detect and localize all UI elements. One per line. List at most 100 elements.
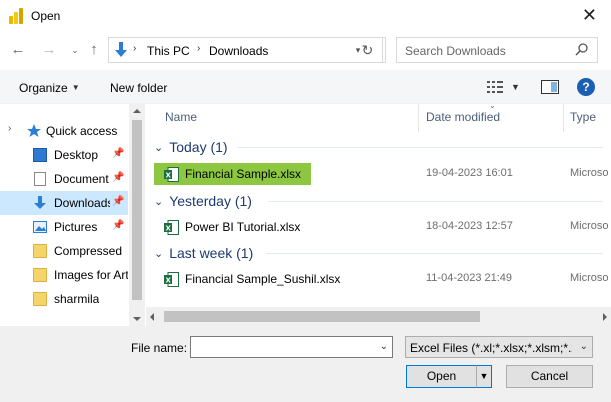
scroll-left-arrow-icon[interactable] <box>150 313 154 321</box>
chevron-down-icon: ▼ <box>71 83 80 92</box>
nav-item-label: Quick access <box>46 124 118 138</box>
file-type: Microso <box>570 272 609 284</box>
nav-item-quick-access[interactable]: › Quick access <box>0 119 128 143</box>
address-bar[interactable]: › This PC › Downloads ▾ <box>108 37 386 63</box>
group-header-today[interactable]: ⌄ Today (1) <box>154 136 228 158</box>
download-icon <box>34 196 46 209</box>
breadcrumb-separator-icon[interactable]: › <box>197 43 200 54</box>
power-bi-icon <box>9 8 23 24</box>
file-type-value: Excel Files (*.xl;*.xlsx;*.xlsm;*.xl <box>410 341 572 355</box>
navigation-pane: › Quick access Desktop 📌 Document 📌 Down… <box>0 104 145 326</box>
preview-pane-icon[interactable] <box>541 80 559 94</box>
close-icon[interactable]: ✕ <box>582 5 597 25</box>
group-header-last-week[interactable]: ⌄ Last week (1) <box>154 242 253 264</box>
nav-item-desktop[interactable]: Desktop 📌 <box>0 143 128 167</box>
chevron-down-icon[interactable]: ⌄ <box>580 341 588 352</box>
pin-icon[interactable]: 📌 <box>112 172 124 183</box>
file-name-input[interactable]: ⌄ <box>190 336 393 358</box>
svg-text:X: X <box>166 277 172 285</box>
search-input[interactable]: Search Downloads <box>405 44 506 58</box>
file-name-cell[interactable]: X Financial Sample.xlsx <box>154 163 311 185</box>
search-icon[interactable] <box>575 42 589 56</box>
expand-chevron-icon[interactable]: › <box>8 123 11 134</box>
folder-icon <box>33 292 47 306</box>
column-header-date-modified[interactable]: Date modified <box>419 104 563 132</box>
nav-item-label: Images for Art <box>54 268 128 282</box>
view-options-chevron-icon[interactable]: ▼ <box>511 82 520 92</box>
collapse-chevron-icon[interactable]: ⌄ <box>154 247 163 260</box>
breadcrumb-separator-icon[interactable]: › <box>133 43 136 54</box>
open-button[interactable]: Open <box>406 365 477 388</box>
column-header-type[interactable]: Type <box>564 104 611 132</box>
excel-file-icon: X <box>164 167 179 182</box>
file-date: 19-04-2023 16:01 <box>426 167 513 179</box>
open-options-dropdown-icon[interactable]: ▼ <box>476 365 492 388</box>
column-header-label: Date modified <box>426 110 501 124</box>
change-view-icon[interactable] <box>486 80 504 94</box>
file-name: Financial Sample_Sushil.xlsx <box>185 272 341 286</box>
star-icon <box>27 124 41 137</box>
forward-arrow-icon[interactable]: → <box>40 40 58 60</box>
download-folder-icon <box>115 42 127 57</box>
file-name: Financial Sample.xlsx <box>185 167 302 181</box>
file-name: Power BI Tutorial.xlsx <box>185 220 301 234</box>
help-icon[interactable]: ? <box>577 78 595 96</box>
folder-icon <box>33 268 47 282</box>
file-date: 11-04-2023 21:49 <box>426 272 513 284</box>
group-divider <box>238 147 603 148</box>
column-header-name[interactable]: Name <box>146 104 418 132</box>
collapse-chevron-icon[interactable]: ⌄ <box>154 141 163 154</box>
group-divider <box>266 253 603 254</box>
excel-file-icon: X <box>164 220 179 235</box>
nav-item-label: Document <box>54 172 109 186</box>
chevron-down-icon[interactable]: ⌄ <box>380 341 388 352</box>
file-name-label: File name: <box>131 341 188 355</box>
scroll-down-arrow-icon[interactable] <box>133 317 141 321</box>
file-row[interactable]: X Financial Sample_Sushil.xlsx 11-04-202… <box>154 268 611 290</box>
group-label: Today (1) <box>169 139 228 155</box>
title-bar: Open ✕ <box>0 0 611 32</box>
file-type-select[interactable]: Excel Files (*.xl;*.xlsx;*.xlsm;*.xl ⌄ <box>405 336 593 358</box>
nav-item-label: Pictures <box>54 220 98 234</box>
excel-file-icon: X <box>164 272 179 287</box>
file-row[interactable]: X Financial Sample.xlsx 19-04-2023 16:01… <box>154 163 611 185</box>
file-name-cell[interactable]: X Power BI Tutorial.xlsx <box>154 216 311 238</box>
window-title: Open <box>31 9 61 23</box>
svg-text:X: X <box>166 172 172 180</box>
nav-item-label: Downloads <box>54 196 110 210</box>
new-folder-button[interactable]: New folder <box>110 81 167 95</box>
horizontal-scrollbar[interactable] <box>146 307 611 326</box>
up-arrow-icon[interactable]: ↑ <box>85 40 103 60</box>
group-label: Last week (1) <box>169 245 254 261</box>
back-arrow-icon[interactable]: ← <box>9 40 27 60</box>
scroll-up-arrow-icon[interactable] <box>133 109 141 113</box>
svg-text:X: X <box>166 225 172 233</box>
navigation-scrollbar[interactable] <box>129 104 145 326</box>
pin-icon[interactable]: 📌 <box>112 148 124 159</box>
breadcrumb-downloads[interactable]: Downloads <box>209 44 268 58</box>
nav-item-downloads[interactable]: Downloads 📌 <box>0 191 128 215</box>
group-header-yesterday[interactable]: ⌄ Yesterday (1) <box>154 190 252 212</box>
search-box[interactable]: Search Downloads <box>396 37 598 63</box>
recent-locations-icon[interactable]: ⌄ <box>66 40 84 60</box>
nav-item-sharmila[interactable]: sharmila <box>0 287 128 311</box>
refresh-icon[interactable]: ↻ <box>353 37 383 63</box>
nav-item-label: Desktop <box>54 148 99 162</box>
nav-item-pictures[interactable]: Pictures 📌 <box>0 215 128 239</box>
file-date: 18-04-2023 12:57 <box>426 220 513 232</box>
scrollbar-thumb[interactable] <box>132 120 142 300</box>
organize-button[interactable]: Organize ▼ <box>19 81 80 95</box>
nav-item-documents[interactable]: Document 📌 <box>0 167 128 191</box>
nav-item-compressed[interactable]: Compressed I <box>0 239 128 263</box>
breadcrumb-this-pc[interactable]: This PC <box>147 44 190 58</box>
pin-icon[interactable]: 📌 <box>112 196 124 207</box>
nav-item-images-for-art[interactable]: Images for Art <box>0 263 128 287</box>
scrollbar-thumb[interactable] <box>164 311 480 322</box>
file-row[interactable]: X Power BI Tutorial.xlsx 18-04-2023 12:5… <box>154 216 611 238</box>
collapse-chevron-icon[interactable]: ⌄ <box>154 195 163 208</box>
cancel-button[interactable]: Cancel <box>506 365 593 388</box>
file-name-cell[interactable]: X Financial Sample_Sushil.xlsx <box>154 268 354 290</box>
pin-icon[interactable]: 📌 <box>112 220 124 231</box>
scroll-right-arrow-icon[interactable] <box>603 313 607 321</box>
command-toolbar: Organize ▼ New folder ▼ ? <box>0 70 611 104</box>
